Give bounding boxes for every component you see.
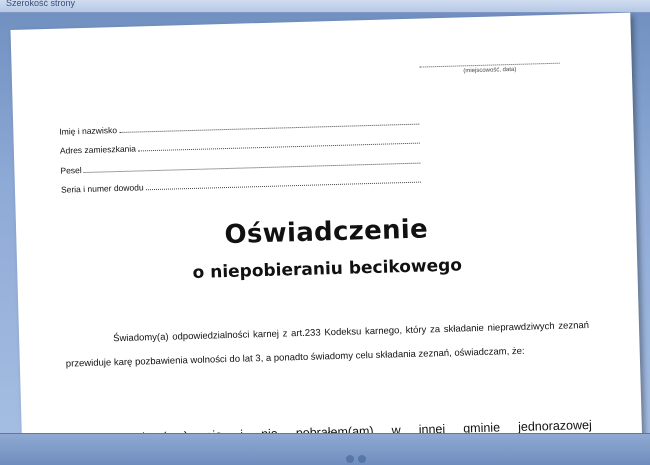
indicator-dot [346,455,354,463]
field-label: Pesel [60,164,82,176]
field-label: Imię i nazwisko [59,124,118,137]
document-subtitle: o niepobieraniu becikowego [192,255,463,283]
document-page: (miejscowość, data) Imię i nazwisko Adre… [10,12,643,460]
document-viewport[interactable]: (miejscowość, data) Imię i nazwisko Adre… [10,0,650,460]
field-label: Seria i numer dowodu [60,182,144,195]
place-date-field: (miejscowość, data) [419,54,560,76]
page-indicator [346,455,386,463]
place-date-hint: (miejscowość, data) [463,66,517,75]
declaration-paragraph: Świadomy(a) odpowiedzialności karnej z a… [65,319,590,370]
fill-line [145,181,421,191]
personal-data-fields: Imię i nazwisko Adres zamieszkania Pesel… [59,107,421,195]
ribbon-caption: Szerokość strony [6,0,76,8]
indicator-dot [358,455,366,463]
document-title: Oświadczenie [224,214,429,251]
bottom-bar [0,433,650,465]
